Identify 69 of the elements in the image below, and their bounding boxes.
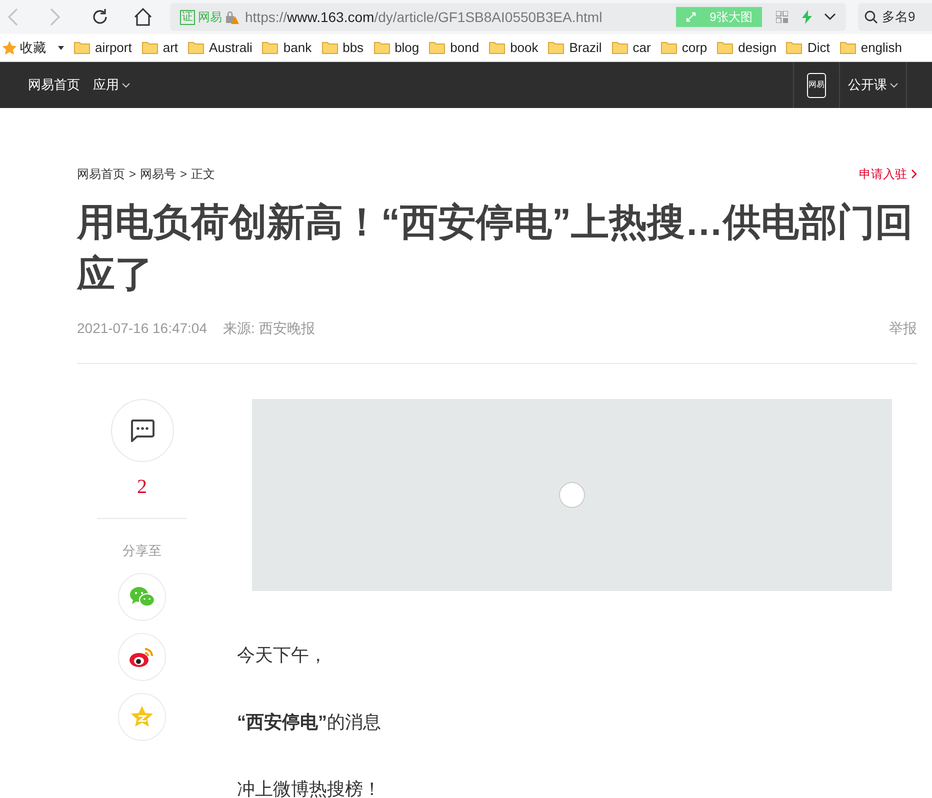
breadcrumb-link[interactable]: 网易号 <box>140 165 176 183</box>
certificate-badge: 证 <box>180 10 195 24</box>
bookmark-folder[interactable]: Australi <box>188 38 252 58</box>
bookmark-folder[interactable]: Dict <box>786 38 830 58</box>
folder-icon <box>374 41 390 54</box>
breadcrumb-link[interactable]: 网易首页 <box>77 165 125 183</box>
favorites-button[interactable]: 收藏 <box>2 38 46 58</box>
folder-icon <box>322 41 338 54</box>
folder-icon <box>612 41 628 54</box>
folder-icon <box>717 41 734 54</box>
loading-spinner-icon <box>558 481 586 509</box>
url-text: https://www.163.com/dy/article/GF1SB8AI0550B3EA.html <box>245 8 602 27</box>
bookmark-folder[interactable]: blog <box>374 38 420 58</box>
folder-icon <box>489 41 506 54</box>
article-paragraph: 今天下午， <box>237 644 328 667</box>
bookmark-folder[interactable]: bond <box>429 38 480 58</box>
bookmark-folder[interactable]: Brazil <box>548 38 602 58</box>
article-title: 用电负荷创新高！“西安停电”上热搜…供电部门回应了 <box>77 201 914 298</box>
folder-icon <box>660 41 677 54</box>
mobile-app-icon[interactable]: 网易 <box>807 72 826 98</box>
home-icon[interactable] <box>133 8 153 26</box>
star-icon <box>130 706 154 728</box>
expand-icon <box>686 12 696 22</box>
reload-icon[interactable] <box>91 8 109 26</box>
nav-link[interactable]: 应用 <box>93 75 130 95</box>
bookmark-folder[interactable]: book <box>489 38 538 58</box>
folder-icon <box>262 41 278 54</box>
dropdown-icon[interactable] <box>58 46 64 50</box>
address-bar[interactable]: 证 网易 https://www.163.com/dy/article/GF1SB8AI0550B3EA.html 9张大图 <box>170 3 846 31</box>
folder-icon <box>74 41 90 54</box>
comment-icon <box>130 419 154 442</box>
bookmark-folder[interactable]: design <box>717 38 776 58</box>
share-button[interactable] <box>118 632 166 680</box>
chat-bubbles-icon <box>129 586 155 608</box>
star-icon <box>2 40 17 54</box>
dropdown-icon[interactable] <box>824 13 836 21</box>
article-paragraph: 冲上微博热搜榜！ <box>237 778 382 798</box>
folder-icon <box>429 41 446 54</box>
bookmark-folder[interactable]: corp <box>660 38 708 58</box>
breadcrumb-separator: > <box>180 166 188 183</box>
bookmark-folder[interactable]: bbs <box>322 38 364 58</box>
bookmark-folder[interactable]: airport <box>74 38 132 58</box>
comment-button[interactable] <box>110 399 174 462</box>
folder-icon <box>786 41 802 54</box>
bookmark-folder[interactable]: car <box>612 38 651 58</box>
article-source: 来源: 西安晚报 <box>223 319 315 338</box>
comment-count[interactable]: 2 <box>137 475 147 499</box>
search-field[interactable]: 多名9 <box>858 3 932 31</box>
bookmark-folder[interactable]: art <box>142 38 178 58</box>
eye-waves-icon <box>129 646 155 668</box>
folder-icon <box>142 41 158 54</box>
share-label: 分享至 <box>122 542 162 560</box>
lock-warning-icon <box>225 10 239 24</box>
publish-date: 2021-07-16 16:47:04 <box>77 319 207 338</box>
breadcrumb-link[interactable]: 正文 <box>191 165 216 183</box>
nav-link[interactable]: 公开课 <box>848 75 898 95</box>
article-paragraph: “西安停电”的消息 <box>237 711 382 734</box>
folder-icon <box>188 41 204 54</box>
folder-icon <box>840 41 856 54</box>
qr-code-icon[interactable] <box>776 11 788 23</box>
bookmark-folder[interactable]: english <box>840 38 902 58</box>
nav-link[interactable]: 网易首页 <box>28 75 80 95</box>
bookmark-folder[interactable]: bank <box>262 38 312 58</box>
join-link[interactable]: 申请入驻 <box>859 165 917 183</box>
breadcrumb-separator: > <box>129 166 136 183</box>
search-icon <box>864 10 878 24</box>
site-label: 网易 <box>198 9 222 26</box>
folder-icon <box>548 41 564 54</box>
chevron-right-icon <box>911 169 917 179</box>
